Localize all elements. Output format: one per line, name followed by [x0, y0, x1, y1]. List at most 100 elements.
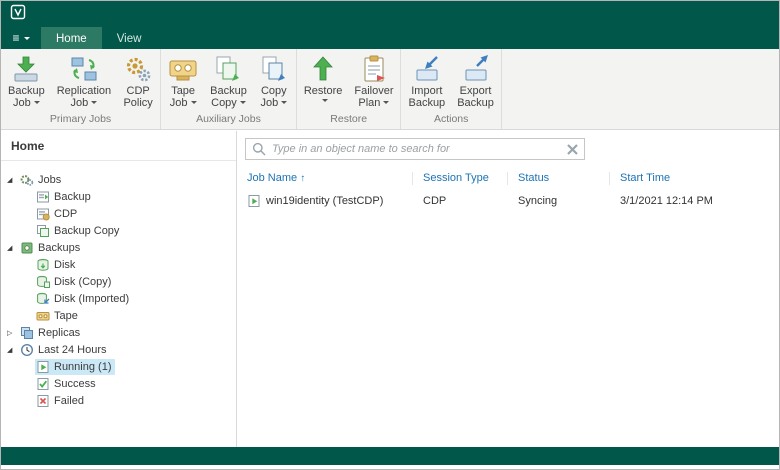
- disk-imported-icon: [36, 292, 50, 306]
- dropdown-caret-icon: [91, 101, 98, 107]
- failover-plan-button[interactable]: Failover Plan: [348, 51, 399, 112]
- button-label: Export: [459, 85, 492, 97]
- expander-icon[interactable]: ▷: [7, 329, 19, 337]
- dropdown-caret-icon: [321, 99, 328, 105]
- dropdown-caret-icon: [190, 101, 197, 107]
- title-bar: [1, 1, 779, 27]
- button-label: Copy: [260, 85, 287, 97]
- cell-status: Syncing: [518, 195, 558, 207]
- import-backup-button[interactable]: Import Backup: [402, 51, 451, 112]
- restore-icon: [308, 54, 338, 84]
- column-header-label: Status: [518, 171, 550, 184]
- column-header-status[interactable]: Status: [508, 171, 610, 185]
- button-label: Backup: [408, 97, 446, 109]
- restore-button[interactable]: Restore: [298, 51, 349, 108]
- dropdown-caret-icon: [239, 101, 246, 107]
- tree-item-last-24-hours[interactable]: ◢ Last 24 Hours: [1, 341, 236, 358]
- tree-item-disk-imported[interactable]: Disk (Imported): [1, 290, 236, 307]
- hamburger-icon: ≡: [12, 31, 20, 45]
- tree-item-jobs[interactable]: ◢ Jobs: [1, 171, 236, 188]
- column-header-label: Start Time: [620, 171, 671, 184]
- tape-job-button[interactable]: Tape Job: [162, 51, 204, 112]
- button-label: Policy: [123, 97, 153, 109]
- tree-item-success[interactable]: Success: [1, 375, 236, 392]
- column-header-job-name[interactable]: Job Name ↑: [237, 171, 413, 185]
- ribbon-group-label: Restore: [330, 113, 368, 125]
- tree-item-disk[interactable]: Disk: [1, 256, 236, 273]
- tree-item-failed[interactable]: Failed: [1, 392, 236, 409]
- sessions-grid: Job Name ↑ Session Type Status Start Tim…: [237, 169, 779, 210]
- cdp-policy-button[interactable]: CDP Policy: [117, 51, 159, 112]
- replicas-icon: [20, 326, 34, 340]
- import-backup-icon: [412, 54, 442, 84]
- export-backup-button[interactable]: Export Backup: [451, 51, 500, 112]
- tree-item-label: Jobs: [38, 173, 62, 186]
- tree-item-disk-copy[interactable]: Disk (Copy): [1, 273, 236, 290]
- tab-home[interactable]: Home: [41, 27, 102, 49]
- tree-item-label: Success: [54, 377, 96, 390]
- ribbon-group-label: Primary Jobs: [49, 113, 112, 125]
- button-label: Plan: [358, 97, 381, 109]
- search-box: [245, 138, 585, 160]
- clock-icon: [20, 343, 34, 357]
- tree-item-backups[interactable]: ◢ Backups: [1, 239, 236, 256]
- column-header-start-time[interactable]: Start Time: [610, 172, 779, 185]
- tree-item-replicas[interactable]: ▷ Replicas: [1, 324, 236, 341]
- expander-icon[interactable]: ◢: [7, 346, 19, 354]
- replication-job-button[interactable]: Replication Job: [51, 51, 117, 112]
- replication-job-icon: [69, 54, 99, 84]
- button-label: Backup: [210, 85, 247, 97]
- button-label: Job: [260, 97, 279, 109]
- failed-jobs-icon: [36, 394, 50, 408]
- tab-view[interactable]: View: [102, 27, 157, 49]
- search-input[interactable]: [272, 143, 564, 155]
- sidebar-header: Home: [1, 131, 236, 161]
- button-label: Backup: [457, 97, 494, 109]
- column-header-label: Job Name: [247, 171, 298, 184]
- main-menu-button[interactable]: ≡: [1, 27, 41, 49]
- tree-item-label: Disk (Copy): [54, 275, 112, 288]
- export-backup-icon: [461, 54, 491, 84]
- backup-copy-button[interactable]: Backup Copy: [204, 51, 253, 112]
- ribbon-group-restore: Restore Failover Plan Restore: [297, 49, 402, 129]
- tree-item-backup[interactable]: Backup: [1, 188, 236, 205]
- dropdown-caret-icon: [33, 101, 40, 107]
- tree-item-label: Disk (Imported): [54, 292, 130, 305]
- tree-item-backup-copy[interactable]: Backup Copy: [1, 222, 236, 239]
- tree-item-tape[interactable]: Tape: [1, 307, 236, 324]
- disk-icon: [36, 258, 50, 272]
- ribbon-group-label: Auxiliary Jobs: [196, 113, 261, 125]
- backup-job-button[interactable]: Backup Job: [2, 51, 51, 112]
- copy-job-icon: [259, 54, 289, 84]
- tree-item-cdp[interactable]: CDP: [1, 205, 236, 222]
- expander-icon[interactable]: ◢: [7, 244, 19, 252]
- clear-search-icon[interactable]: [564, 141, 580, 157]
- tree-item-label: Backup Copy: [54, 224, 120, 237]
- chevron-down-icon: [23, 36, 30, 43]
- search-icon: [252, 142, 266, 156]
- navigation-tree: ◢ Jobs Backup CDP Backup Copy ◢ Backups …: [1, 161, 236, 409]
- cell-start-time: 3/1/2021 12:14 PM: [620, 195, 713, 207]
- tree-item-label: Last 24 Hours: [38, 343, 107, 356]
- button-label: Backup: [8, 85, 45, 97]
- status-bar: [1, 447, 779, 465]
- tree-item-label: Backups: [38, 241, 81, 254]
- tape-job-icon: [168, 54, 198, 84]
- button-label: Job: [70, 97, 89, 109]
- grid-header-row: Job Name ↑ Session Type Status Start Tim…: [237, 169, 779, 187]
- button-label: Import: [411, 85, 443, 97]
- column-header-session-type[interactable]: Session Type: [413, 171, 508, 185]
- running-job-icon: [247, 194, 261, 208]
- table-row[interactable]: win19identity (TestCDP) CDP Syncing 3/1/…: [237, 192, 779, 210]
- expander-icon[interactable]: ◢: [7, 176, 19, 184]
- tree-item-label: CDP: [54, 207, 78, 220]
- tree-item-label: Disk: [54, 258, 76, 271]
- dropdown-caret-icon: [281, 101, 288, 107]
- tree-item-label: Backup: [54, 190, 91, 203]
- tree-item-running[interactable]: Running (1): [1, 358, 236, 375]
- button-label: Job: [12, 97, 31, 109]
- app-logo-icon: [10, 4, 26, 25]
- main-panel: Job Name ↑ Session Type Status Start Tim…: [237, 131, 779, 447]
- column-header-label: Session Type: [423, 171, 489, 184]
- copy-job-button[interactable]: Copy Job: [253, 51, 295, 112]
